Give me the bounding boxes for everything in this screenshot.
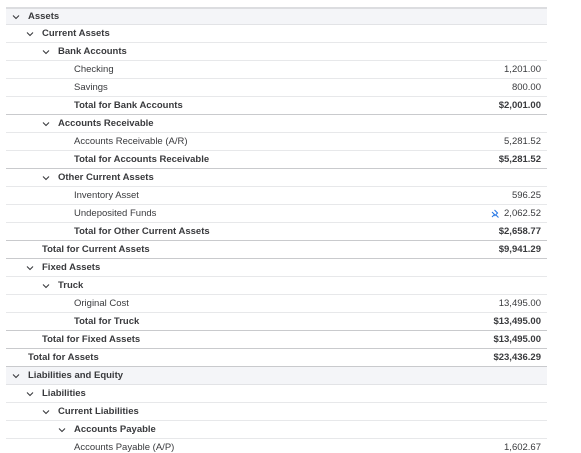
row-label: Current Liabilities xyxy=(58,406,139,417)
row-amount[interactable]: $2,001.00 xyxy=(499,97,541,114)
row-amount[interactable]: 1,602.67 xyxy=(504,442,541,453)
row-amount[interactable]: $13,495.00 xyxy=(493,331,541,348)
chevron-down-icon[interactable] xyxy=(42,282,50,290)
row-amount[interactable]: 1,201.00 xyxy=(504,61,541,78)
row-label: Current Assets xyxy=(42,28,110,39)
row-label: Assets xyxy=(28,11,60,22)
section-row-bank-accounts[interactable]: Bank Accounts xyxy=(6,43,547,61)
row-label: Accounts Payable (A/P) xyxy=(74,442,175,453)
chevron-down-icon[interactable] xyxy=(12,372,20,380)
row-label: Bank Accounts xyxy=(58,46,127,57)
row-label: Liabilities and Equity xyxy=(28,370,124,381)
row-amount[interactable]: 5,281.52 xyxy=(504,133,541,150)
row-label: Total for Other Current Assets xyxy=(74,226,210,237)
section-row-fixed-assets[interactable]: Fixed Assets xyxy=(6,259,547,277)
row-amount[interactable]: $23,436.29 xyxy=(493,349,541,366)
chevron-down-icon[interactable] xyxy=(42,174,50,182)
row-amount[interactable]: 596.25 xyxy=(512,187,541,204)
section-row-liabilities-and-equity[interactable]: Liabilities and Equity xyxy=(6,367,547,385)
row-amount[interactable]: $13,495.00 xyxy=(493,313,541,330)
balance-sheet-report: Assets Current Assets Bank Accounts Chec… xyxy=(6,7,547,453)
row-amount[interactable]: 2,062.52 xyxy=(504,208,541,219)
chevron-down-icon[interactable] xyxy=(26,390,34,398)
chevron-down-icon[interactable] xyxy=(42,408,50,416)
chevron-down-icon[interactable] xyxy=(42,48,50,56)
account-row-inventory-asset[interactable]: Inventory Asset 596.25 xyxy=(6,187,547,205)
section-row-accounts-payable[interactable]: Accounts Payable xyxy=(6,421,547,439)
row-label: Total for Assets xyxy=(28,352,99,363)
row-label: Total for Truck xyxy=(74,316,140,327)
row-label: Liabilities xyxy=(42,388,86,399)
row-label: Accounts Receivable xyxy=(58,118,154,129)
total-row-fixed-assets: Total for Fixed Assets $13,495.00 xyxy=(6,331,547,349)
section-row-liabilities[interactable]: Liabilities xyxy=(6,385,547,403)
total-row-other-current-assets: Total for Other Current Assets $2,658.77 xyxy=(6,223,547,241)
section-row-other-current-assets[interactable]: Other Current Assets xyxy=(6,169,547,187)
row-amount[interactable]: $9,941.29 xyxy=(499,241,541,258)
row-label: Checking xyxy=(74,64,114,75)
row-amount[interactable]: 13,495.00 xyxy=(499,295,541,312)
account-row-original-cost[interactable]: Original Cost 13,495.00 xyxy=(6,295,547,313)
chevron-down-icon[interactable] xyxy=(58,426,66,434)
row-label: Savings xyxy=(74,82,108,93)
row-amount[interactable]: $2,658.77 xyxy=(499,223,541,240)
row-label: Accounts Payable xyxy=(74,424,156,435)
row-label: Inventory Asset xyxy=(74,190,139,201)
row-label: Total for Bank Accounts xyxy=(74,100,183,111)
section-row-assets[interactable]: Assets xyxy=(6,7,547,25)
row-label: Truck xyxy=(58,280,84,291)
total-row-bank-accounts: Total for Bank Accounts $2,001.00 xyxy=(6,97,547,115)
row-label: Undeposited Funds xyxy=(74,208,157,219)
total-row-assets: Total for Assets $23,436.29 xyxy=(6,349,547,367)
linked-transaction-icon[interactable] xyxy=(490,209,500,219)
total-row-truck: Total for Truck $13,495.00 xyxy=(6,313,547,331)
chevron-down-icon[interactable] xyxy=(42,120,50,128)
account-row-undeposited-funds[interactable]: Undeposited Funds 2,062.52 xyxy=(6,205,547,223)
row-label: Original Cost xyxy=(74,298,129,309)
chevron-down-icon[interactable] xyxy=(12,13,20,21)
row-label: Total for Accounts Receivable xyxy=(74,154,210,165)
row-label: Accounts Receivable (A/R) xyxy=(74,136,188,147)
total-row-current-assets: Total for Current Assets $9,941.29 xyxy=(6,241,547,259)
row-label: Other Current Assets xyxy=(58,172,154,183)
row-amount[interactable]: 800.00 xyxy=(512,79,541,96)
row-label: Total for Fixed Assets xyxy=(42,334,141,345)
chevron-down-icon[interactable] xyxy=(26,264,34,272)
chevron-down-icon[interactable] xyxy=(26,30,34,38)
account-row-ar[interactable]: Accounts Receivable (A/R) 5,281.52 xyxy=(6,133,547,151)
section-row-truck[interactable]: Truck xyxy=(6,277,547,295)
section-row-current-liabilities[interactable]: Current Liabilities xyxy=(6,403,547,421)
account-row-ap[interactable]: Accounts Payable (A/P) 1,602.67 xyxy=(6,439,547,453)
total-row-accounts-receivable: Total for Accounts Receivable $5,281.52 xyxy=(6,151,547,169)
row-amount[interactable]: $5,281.52 xyxy=(499,151,541,168)
account-row-savings[interactable]: Savings 800.00 xyxy=(6,79,547,97)
row-label: Fixed Assets xyxy=(42,262,101,273)
section-row-current-assets[interactable]: Current Assets xyxy=(6,25,547,43)
section-row-accounts-receivable[interactable]: Accounts Receivable xyxy=(6,115,547,133)
account-row-checking[interactable]: Checking 1,201.00 xyxy=(6,61,547,79)
row-label: Total for Current Assets xyxy=(42,244,150,255)
